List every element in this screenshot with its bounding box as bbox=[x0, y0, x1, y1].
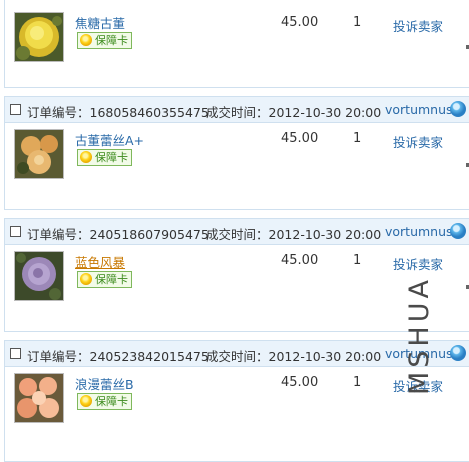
item-quantity: 1 bbox=[353, 131, 362, 146]
guarantee-badge[interactable]: 保障卡 bbox=[77, 393, 132, 410]
bulb-icon bbox=[80, 34, 92, 46]
product-thumbnail[interactable] bbox=[14, 12, 64, 62]
bulb-icon bbox=[80, 151, 92, 163]
order-number: 订单编号：240518607905475 bbox=[27, 227, 209, 242]
complain-seller-link[interactable]: 投诉卖家 bbox=[393, 254, 443, 273]
order-number: 订单编号：240523842015475 bbox=[27, 349, 209, 364]
order-checkbox[interactable] bbox=[10, 104, 21, 115]
order-card: 订单编号：240523842015475 成交时间：2012-10-30 20:… bbox=[4, 340, 469, 462]
complain-seller-link[interactable]: 投诉卖家 bbox=[393, 132, 443, 151]
complain-seller-link[interactable]: 投诉卖家 bbox=[393, 16, 443, 35]
order-checkbox[interactable] bbox=[10, 226, 21, 237]
guarantee-badge[interactable]: 保障卡 bbox=[77, 32, 132, 49]
item-quantity: 1 bbox=[353, 375, 362, 390]
chat-icon[interactable] bbox=[450, 345, 466, 361]
deal-time: 成交时间：2012-10-30 20:00 bbox=[206, 105, 382, 120]
order-item-row: 焦糖古董 保障卡 45.00 1 投诉卖家 bbox=[5, 0, 469, 87]
order-item-row: 古董蕾丝A+ 保障卡 45.00 1 投诉卖家 bbox=[5, 123, 469, 215]
deal-time: 成交时间：2012-10-30 20:00 bbox=[206, 227, 382, 242]
product-thumbnail[interactable] bbox=[14, 373, 64, 423]
guarantee-label: 保障卡 bbox=[95, 273, 128, 286]
guarantee-label: 保障卡 bbox=[95, 151, 128, 164]
item-price: 45.00 bbox=[281, 253, 319, 268]
item-name-link[interactable]: 焦糖古董 bbox=[75, 13, 125, 32]
item-quantity: 1 bbox=[353, 253, 362, 268]
product-thumbnail[interactable] bbox=[14, 129, 64, 179]
order-header: 订单编号：240523842015475 成交时间：2012-10-30 20:… bbox=[5, 341, 469, 367]
guarantee-badge[interactable]: 保障卡 bbox=[77, 149, 132, 166]
guarantee-label: 保障卡 bbox=[95, 395, 128, 408]
chat-icon[interactable] bbox=[450, 223, 466, 239]
seller-link[interactable]: vortumnus bbox=[385, 102, 453, 117]
guarantee-badge[interactable]: 保障卡 bbox=[77, 271, 132, 288]
order-card: 焦糖古董 保障卡 45.00 1 投诉卖家 bbox=[4, 0, 469, 88]
order-card: 订单编号：168058460355475 成交时间：2012-10-30 20:… bbox=[4, 96, 469, 210]
item-price: 45.00 bbox=[281, 15, 319, 30]
order-checkbox[interactable] bbox=[10, 348, 21, 359]
item-name-link[interactable]: 古董蕾丝A+ bbox=[75, 130, 144, 149]
order-header: 订单编号：240518607905475 成交时间：2012-10-30 20:… bbox=[5, 219, 469, 245]
bulb-icon bbox=[80, 395, 92, 407]
item-price: 45.00 bbox=[281, 375, 319, 390]
seller-link[interactable]: vortumnus bbox=[385, 224, 453, 239]
deal-time: 成交时间：2012-10-30 20:00 bbox=[206, 349, 382, 364]
order-item-row: 蓝色风暴 保障卡 45.00 1 投诉卖家 bbox=[5, 245, 469, 337]
order-item-row: 浪漫蕾丝B 保障卡 45.00 1 投诉卖家 bbox=[5, 367, 469, 459]
chat-icon[interactable] bbox=[450, 101, 466, 117]
bulb-icon bbox=[80, 273, 92, 285]
order-header: 订单编号：168058460355475 成交时间：2012-10-30 20:… bbox=[5, 97, 469, 123]
order-card: 订单编号：240518607905475 成交时间：2012-10-30 20:… bbox=[4, 218, 469, 332]
item-name-link[interactable]: 浪漫蕾丝B bbox=[75, 374, 134, 393]
product-thumbnail[interactable] bbox=[14, 251, 64, 301]
order-number: 订单编号：168058460355475 bbox=[27, 105, 209, 120]
item-quantity: 1 bbox=[353, 15, 362, 30]
item-name-link[interactable]: 蓝色风暴 bbox=[75, 252, 125, 271]
watermark-text: MSHUA bbox=[404, 276, 435, 395]
guarantee-label: 保障卡 bbox=[95, 34, 128, 47]
item-price: 45.00 bbox=[281, 131, 319, 146]
